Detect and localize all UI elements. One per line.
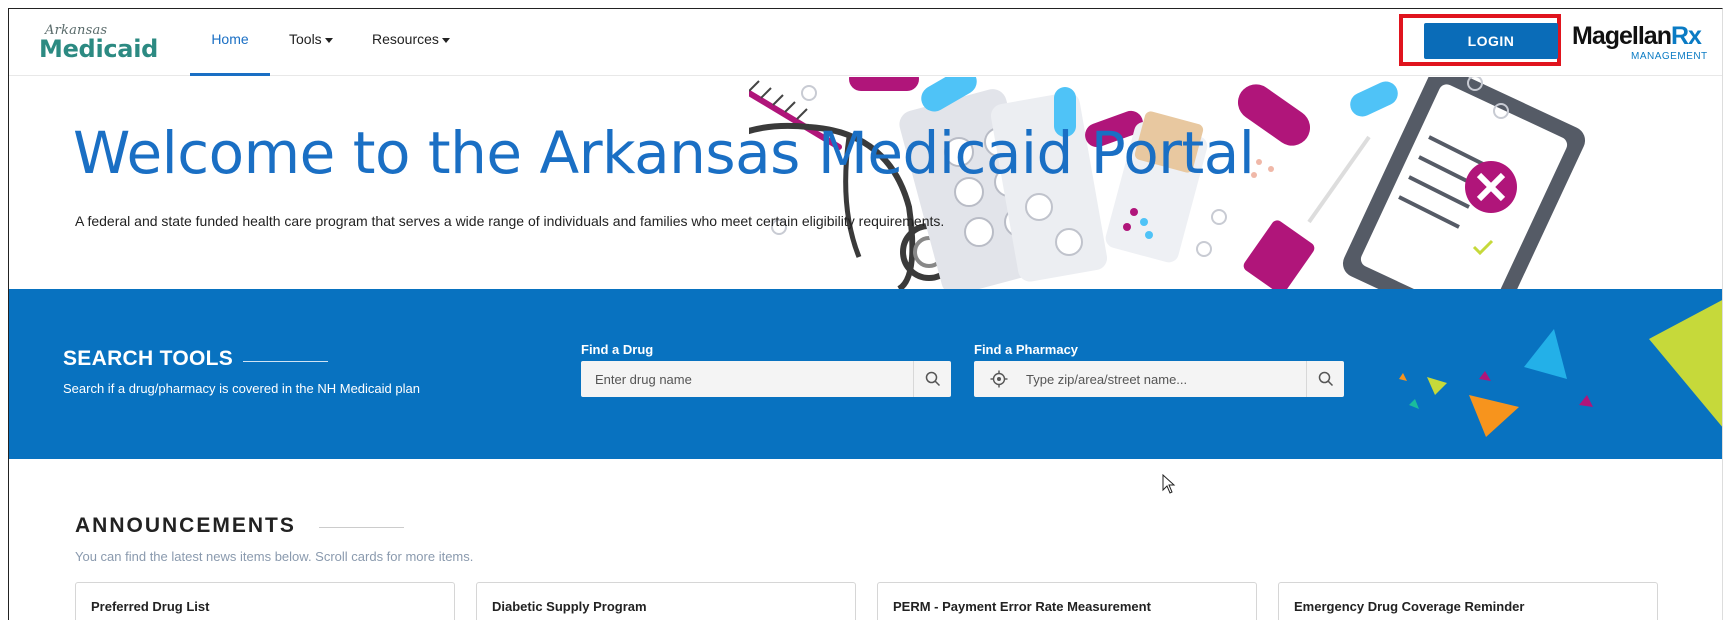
nav-home[interactable]: Home bbox=[190, 9, 270, 76]
announcement-card-title: Preferred Drug List bbox=[91, 599, 210, 614]
announcement-card[interactable]: Diabetic Supply Program bbox=[476, 582, 856, 620]
cursor-icon bbox=[1162, 474, 1176, 494]
pharmacy-search-button[interactable] bbox=[1306, 361, 1344, 397]
find-pharmacy-label: Find a Pharmacy bbox=[974, 342, 1079, 357]
arkansas-medicaid-logo[interactable]: Arkansas Medicaid bbox=[39, 23, 159, 67]
page: Arkansas Medicaid Home Tools Resources L… bbox=[8, 8, 1723, 620]
use-my-location-button[interactable] bbox=[982, 361, 1016, 397]
announcements-title: ANNOUNCEMENTS bbox=[75, 514, 296, 537]
caret-down-icon bbox=[324, 37, 333, 43]
magellan-rx-logo[interactable]: MagellanRx MANAGEMENT bbox=[1572, 22, 1722, 66]
search-icon bbox=[925, 371, 940, 387]
hero-banner: Welcome to the Arkansas Medicaid Portal … bbox=[9, 77, 1722, 289]
magellan-logo-sub: MANAGEMENT bbox=[1631, 51, 1708, 62]
announcement-card[interactable]: Preferred Drug List bbox=[75, 582, 455, 620]
announcement-card-title: Diabetic Supply Program bbox=[492, 599, 647, 614]
drug-search-button[interactable] bbox=[913, 361, 951, 397]
nav-home-label: Home bbox=[211, 31, 249, 47]
search-tools-title: SEARCH TOOLS bbox=[63, 347, 234, 370]
announcement-card[interactable]: Emergency Drug Coverage Reminder bbox=[1278, 582, 1658, 620]
magellan-logo-rx: Rx bbox=[1670, 22, 1702, 50]
pharmacy-search-input[interactable] bbox=[1026, 361, 1296, 397]
login-button[interactable]: LOGIN bbox=[1424, 23, 1558, 59]
hero-title: Welcome to the Arkansas Medicaid Portal bbox=[73, 119, 1255, 187]
drug-search-input[interactable] bbox=[595, 361, 895, 397]
announcement-card[interactable]: PERM - Payment Error Rate Measurement bbox=[877, 582, 1257, 620]
locate-icon bbox=[990, 370, 1008, 388]
search-icon bbox=[1318, 371, 1333, 387]
decorative-triangles bbox=[1399, 300, 1722, 437]
logo-main-text: Medicaid bbox=[39, 35, 158, 63]
find-pharmacy-field bbox=[974, 361, 1344, 397]
nav-resources-dropdown[interactable]: Resources bbox=[372, 9, 450, 76]
top-nav: Arkansas Medicaid Home Tools Resources L… bbox=[9, 9, 1722, 76]
announcement-card-title: Emergency Drug Coverage Reminder bbox=[1294, 599, 1525, 614]
search-tools-section: SEARCH TOOLS Search if a drug/pharmacy i… bbox=[9, 289, 1722, 459]
caret-down-icon bbox=[441, 37, 450, 43]
title-divider bbox=[319, 527, 404, 528]
nav-tools-label: Tools bbox=[289, 31, 322, 47]
magellan-logo-name: Magellan bbox=[1572, 22, 1672, 50]
find-drug-field bbox=[581, 361, 951, 397]
find-drug-label: Find a Drug bbox=[581, 342, 654, 357]
nav-resources-label: Resources bbox=[372, 31, 439, 47]
announcement-card-title: PERM - Payment Error Rate Measurement bbox=[893, 599, 1151, 614]
title-divider bbox=[243, 361, 328, 362]
announcements-subtitle: You can find the latest news items below… bbox=[75, 549, 474, 564]
hero-subtitle: A federal and state funded health care p… bbox=[75, 213, 945, 229]
search-tools-subtitle: Search if a drug/pharmacy is covered in … bbox=[63, 381, 420, 396]
nav-tools-dropdown[interactable]: Tools bbox=[289, 9, 333, 76]
